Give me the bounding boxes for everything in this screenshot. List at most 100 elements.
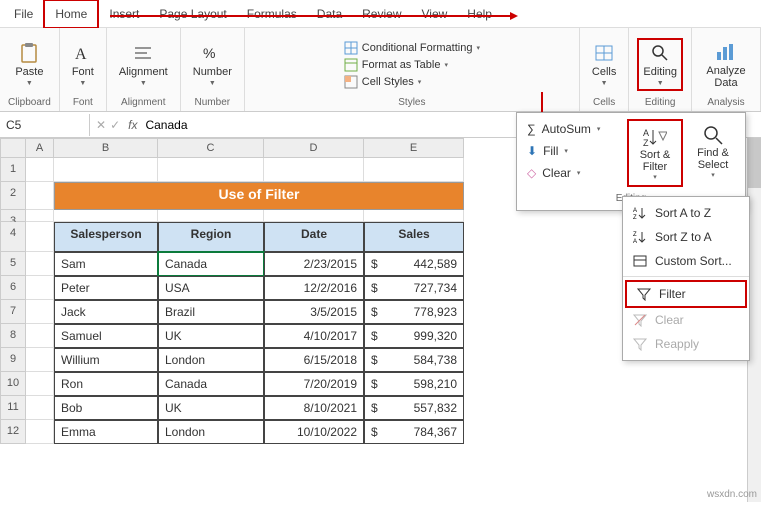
cell[interactable] xyxy=(264,158,364,182)
fill-item[interactable]: ⬇Fill ▾ xyxy=(523,141,623,161)
cell[interactable] xyxy=(364,158,464,182)
cell-region[interactable]: London xyxy=(158,420,264,444)
cell-salesperson[interactable]: Jack xyxy=(54,300,158,324)
cell-sales[interactable]: $778,923 xyxy=(364,300,464,324)
cell-sales[interactable]: $784,367 xyxy=(364,420,464,444)
row-header[interactable]: 12 xyxy=(0,420,26,444)
th-salesperson[interactable]: Salesperson xyxy=(54,222,158,252)
tab-formulas[interactable]: Formulas xyxy=(237,1,307,27)
cell[interactable] xyxy=(158,158,264,182)
autosum-item[interactable]: ∑AutoSum ▾ xyxy=(523,119,623,139)
tab-view[interactable]: View xyxy=(412,1,458,27)
cell-salesperson[interactable]: Bob xyxy=(54,396,158,420)
cell-sales[interactable]: $442,589 xyxy=(364,252,464,276)
cell-salesperson[interactable]: Emma xyxy=(54,420,158,444)
alignment-button[interactable]: Alignment▼ xyxy=(115,40,172,89)
cell-region[interactable]: Brazil xyxy=(158,300,264,324)
cell-salesperson[interactable]: Peter xyxy=(54,276,158,300)
row-header[interactable]: 7 xyxy=(0,300,26,324)
col-header-a[interactable]: A xyxy=(26,138,54,158)
format-as-table-button[interactable]: Format as Table▾ xyxy=(342,57,482,73)
col-header-e[interactable]: E xyxy=(364,138,464,158)
conditional-formatting-button[interactable]: Conditional Formatting▾ xyxy=(342,40,482,56)
cell-sales[interactable]: $727,734 xyxy=(364,276,464,300)
th-date[interactable]: Date xyxy=(264,222,364,252)
cell-region[interactable]: USA xyxy=(158,276,264,300)
cell[interactable] xyxy=(26,300,54,324)
cell-styles-button[interactable]: Cell Styles▾ xyxy=(342,74,482,90)
row-header[interactable]: 1 xyxy=(0,158,26,182)
fx-icon[interactable]: fx xyxy=(124,118,141,132)
font-button[interactable]: AFont▼ xyxy=(68,40,98,89)
row-header[interactable]: 10 xyxy=(0,372,26,396)
cell[interactable] xyxy=(364,210,464,222)
cell[interactable] xyxy=(158,210,264,222)
row-header[interactable]: 9 xyxy=(0,348,26,372)
cell[interactable] xyxy=(26,276,54,300)
cell-sales[interactable]: $999,320 xyxy=(364,324,464,348)
select-all-corner[interactable] xyxy=(0,138,26,158)
cell-region[interactable]: UK xyxy=(158,396,264,420)
cell[interactable] xyxy=(26,396,54,420)
row-header[interactable]: 3 xyxy=(0,210,26,222)
cell[interactable] xyxy=(54,158,158,182)
cell-salesperson[interactable]: Willium xyxy=(54,348,158,372)
cell-sales[interactable]: $598,210 xyxy=(364,372,464,396)
th-region[interactable]: Region xyxy=(158,222,264,252)
tab-help[interactable]: Help xyxy=(457,1,502,27)
cell[interactable] xyxy=(264,210,364,222)
row-header[interactable]: 2 xyxy=(0,182,26,210)
filter-item[interactable]: Filter xyxy=(625,280,747,308)
cell-salesperson[interactable]: Sam xyxy=(54,252,158,276)
find-select-button[interactable]: Find & Select▾ xyxy=(687,119,739,183)
row-header[interactable]: 5 xyxy=(0,252,26,276)
tab-data[interactable]: Data xyxy=(307,1,352,27)
cell-date[interactable]: 4/10/2017 xyxy=(264,324,364,348)
row-header[interactable]: 4 xyxy=(0,222,26,252)
cell-date[interactable]: 8/10/2021 xyxy=(264,396,364,420)
tab-home[interactable]: Home xyxy=(43,0,99,29)
cell-date[interactable]: 2/23/2015 xyxy=(264,252,364,276)
cell-region[interactable]: London xyxy=(158,348,264,372)
cells-button[interactable]: Cells▼ xyxy=(588,40,620,89)
col-header-b[interactable]: B xyxy=(54,138,158,158)
col-header-c[interactable]: C xyxy=(158,138,264,158)
cell[interactable] xyxy=(54,210,158,222)
cell[interactable] xyxy=(26,210,54,222)
editing-button[interactable]: Editing▼ xyxy=(637,38,683,91)
fx-cancel-icon[interactable]: ✕ xyxy=(96,118,106,132)
cell-sales[interactable]: $584,738 xyxy=(364,348,464,372)
cell-date[interactable]: 12/2/2016 xyxy=(264,276,364,300)
sort-filter-button[interactable]: AZSort & Filter▾ xyxy=(627,119,683,187)
tab-review[interactable]: Review xyxy=(352,1,411,27)
cell-region[interactable]: Canada xyxy=(158,372,264,396)
col-header-d[interactable]: D xyxy=(264,138,364,158)
cell-date[interactable]: 10/10/2022 xyxy=(264,420,364,444)
sort-za-item[interactable]: ZASort Z to A xyxy=(623,225,749,249)
cell[interactable] xyxy=(26,222,54,252)
title-banner[interactable]: Use of Filter xyxy=(54,182,464,210)
th-sales[interactable]: Sales xyxy=(364,222,464,252)
clear-item[interactable]: ◇Clear ▾ xyxy=(523,163,623,183)
cell-sales[interactable]: $557,832 xyxy=(364,396,464,420)
cell[interactable] xyxy=(26,182,54,210)
tab-insert[interactable]: Insert xyxy=(99,1,149,27)
cell-region[interactable]: UK xyxy=(158,324,264,348)
cell-date[interactable]: 3/5/2015 xyxy=(264,300,364,324)
cell[interactable] xyxy=(26,252,54,276)
cell-date[interactable]: 7/20/2019 xyxy=(264,372,364,396)
cell-region[interactable]: Canada xyxy=(158,252,264,276)
cell[interactable] xyxy=(26,348,54,372)
row-header[interactable]: 11 xyxy=(0,396,26,420)
cell-date[interactable]: 6/15/2018 xyxy=(264,348,364,372)
cell[interactable] xyxy=(26,372,54,396)
paste-button[interactable]: Paste▼ xyxy=(11,40,47,89)
tab-pagelayout[interactable]: Page Layout xyxy=(149,1,236,27)
row-header[interactable]: 6 xyxy=(0,276,26,300)
name-box[interactable]: C5 xyxy=(0,114,90,136)
sort-az-item[interactable]: AZSort A to Z xyxy=(623,201,749,225)
cell[interactable] xyxy=(26,420,54,444)
number-button[interactable]: %Number▼ xyxy=(189,40,236,89)
cell[interactable] xyxy=(26,324,54,348)
analyze-data-button[interactable]: Analyze Data xyxy=(700,39,752,91)
